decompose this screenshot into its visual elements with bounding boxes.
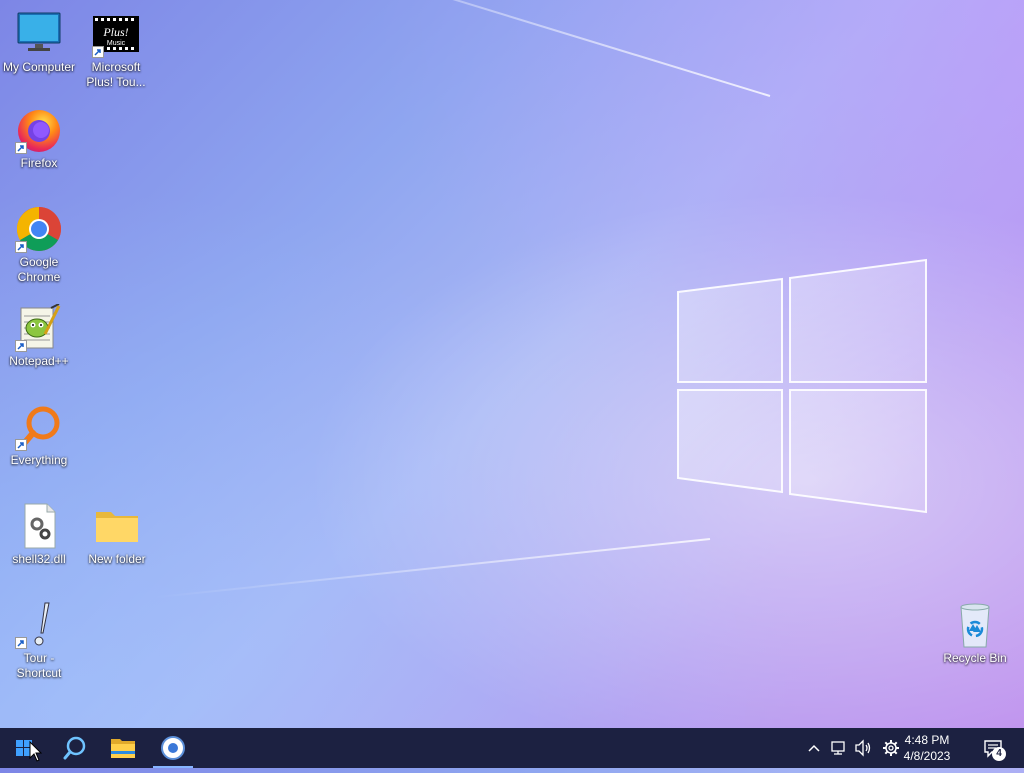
chrome-icon [15,205,63,253]
desktop-icon-firefox[interactable]: Firefox [0,106,78,171]
notification-count-badge: 4 [992,747,1006,761]
light-beam [215,0,771,97]
network-icon [831,741,845,755]
taskbar-chrome-button[interactable] [149,728,197,768]
icon-label: My Computer [2,60,76,74]
icon-label: Google Chrome [17,255,61,284]
shortcut-arrow-icon [15,439,27,451]
desktop-icon-notepad-plus-plus[interactable]: Notepad++ [0,303,78,369]
taskbar: 4:48 PM 4/8/2023 [0,728,1024,768]
icon-label: Notepad++ [9,354,69,368]
search-icon [63,736,86,760]
light-beam [152,538,711,599]
desktop-icon-my-computer[interactable]: My Computer [0,10,78,75]
icon-label: New folder [88,552,146,566]
windows-logo-wallpaper [677,258,927,514]
firefox-icon [15,106,63,154]
shortcut-arrow-icon [15,241,27,253]
shortcut-arrow-icon [92,46,104,58]
folder-icon [93,502,141,550]
dll-file-icon [15,502,63,550]
taskbar-file-explorer-button[interactable] [99,728,147,768]
desktop-icon-microsoft-plus[interactable]: Plus! Music Microsoft Plus! Tou... [77,10,155,90]
shortcut-arrow-icon [15,142,27,154]
plus-music-icon: Plus! Music [92,10,140,58]
taskbar-search-button[interactable] [50,728,98,768]
network-button[interactable] [830,738,848,758]
volume-button[interactable] [854,738,872,758]
shortcut-arrow-icon [15,637,27,649]
svg-text:Music: Music [107,40,126,47]
windows-start-icon [16,740,43,762]
start-button[interactable] [0,728,48,768]
clock-date: 4/8/2023 [903,749,951,763]
recycle-bin-icon [951,601,999,649]
icon-label: Firefox [20,156,58,170]
desktop-icon-new-folder[interactable]: New folder [78,502,156,567]
desktop-icon-recycle-bin[interactable]: Recycle Bin [936,601,1014,666]
chrome-icon [161,736,185,760]
svg-text:Plus!: Plus! [102,25,128,39]
desktop-icon-google-chrome[interactable]: Google Chrome [0,205,78,285]
clock-time: 4:48 PM [904,733,950,747]
icon-label: Everything [10,453,68,467]
magnifier-icon [15,403,63,451]
icon-label: Recycle Bin [943,651,1007,665]
speaker-icon [855,739,871,757]
desktop[interactable]: My Computer Plus! Music Microsoft Plus! … [0,0,1024,728]
desktop-icon-tour-shortcut[interactable]: Tour - Shortcut [0,601,78,681]
monitor-icon [15,10,63,58]
shortcut-arrow-icon [15,340,27,352]
chevron-up-icon [808,744,820,752]
notepad-plus-plus-icon [15,303,63,352]
desktop-icon-shell32-dll[interactable]: shell32.dll [0,502,78,567]
icon-label: Microsoft Plus! Tou... [86,60,146,89]
taskbar-clock[interactable]: 4:48 PM 4/8/2023 [892,732,962,764]
desktop-icon-everything[interactable]: Everything [0,403,78,468]
icon-label: shell32.dll [12,552,66,566]
icon-label: Tour - Shortcut [16,651,62,680]
file-explorer-icon [111,739,135,758]
exclamation-icon [15,601,63,649]
show-hidden-icons-button[interactable] [806,738,822,758]
